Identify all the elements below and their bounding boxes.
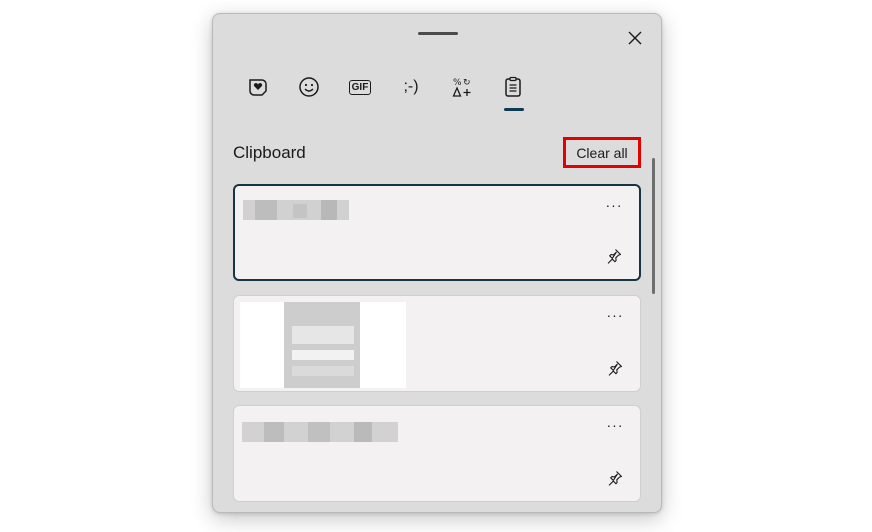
heart-sticker-icon — [249, 79, 267, 96]
symbols-icon: % ↻ — [452, 78, 471, 97]
drag-handle[interactable] — [418, 32, 458, 35]
svg-text:%: % — [453, 78, 462, 88]
pin-button[interactable] — [604, 357, 626, 379]
pin-button[interactable] — [603, 245, 625, 267]
tab-kaomoji[interactable]: ;-) — [391, 72, 431, 102]
smiley-icon — [299, 77, 319, 97]
clipboard-panel: GIF ;-) % ↻ Clipboard Clear all ··· ··· … — [212, 13, 662, 513]
more-options-button[interactable]: ··· — [604, 306, 626, 324]
pin-icon — [608, 471, 623, 486]
clipboard-item[interactable]: ··· — [233, 405, 641, 502]
kaomoji-icon: ;-) — [403, 78, 419, 95]
gif-icon: GIF — [348, 79, 372, 95]
more-options-button[interactable]: ··· — [604, 416, 626, 434]
more-options-button[interactable]: ··· — [603, 196, 625, 214]
clipboard-item[interactable]: ··· — [233, 295, 641, 392]
tab-clipboard[interactable] — [493, 72, 533, 102]
tab-gif[interactable]: GIF — [340, 72, 380, 102]
clipboard-item[interactable]: ··· — [233, 184, 641, 281]
svg-text:↻: ↻ — [463, 78, 471, 88]
pin-icon — [608, 361, 623, 376]
clipboard-icon — [505, 76, 521, 97]
tab-emoji[interactable] — [289, 72, 329, 102]
tab-symbols[interactable]: % ↻ — [442, 72, 482, 102]
close-icon — [628, 31, 642, 45]
active-tab-indicator — [504, 108, 524, 111]
section-title: Clipboard — [233, 143, 306, 162]
pin-button[interactable] — [604, 467, 626, 489]
pin-icon — [607, 249, 622, 264]
tab-kaomoji-favorites[interactable] — [238, 72, 278, 102]
scrollbar[interactable] — [652, 158, 655, 294]
clear-all-button[interactable]: Clear all — [563, 137, 641, 168]
close-button[interactable] — [619, 24, 651, 52]
